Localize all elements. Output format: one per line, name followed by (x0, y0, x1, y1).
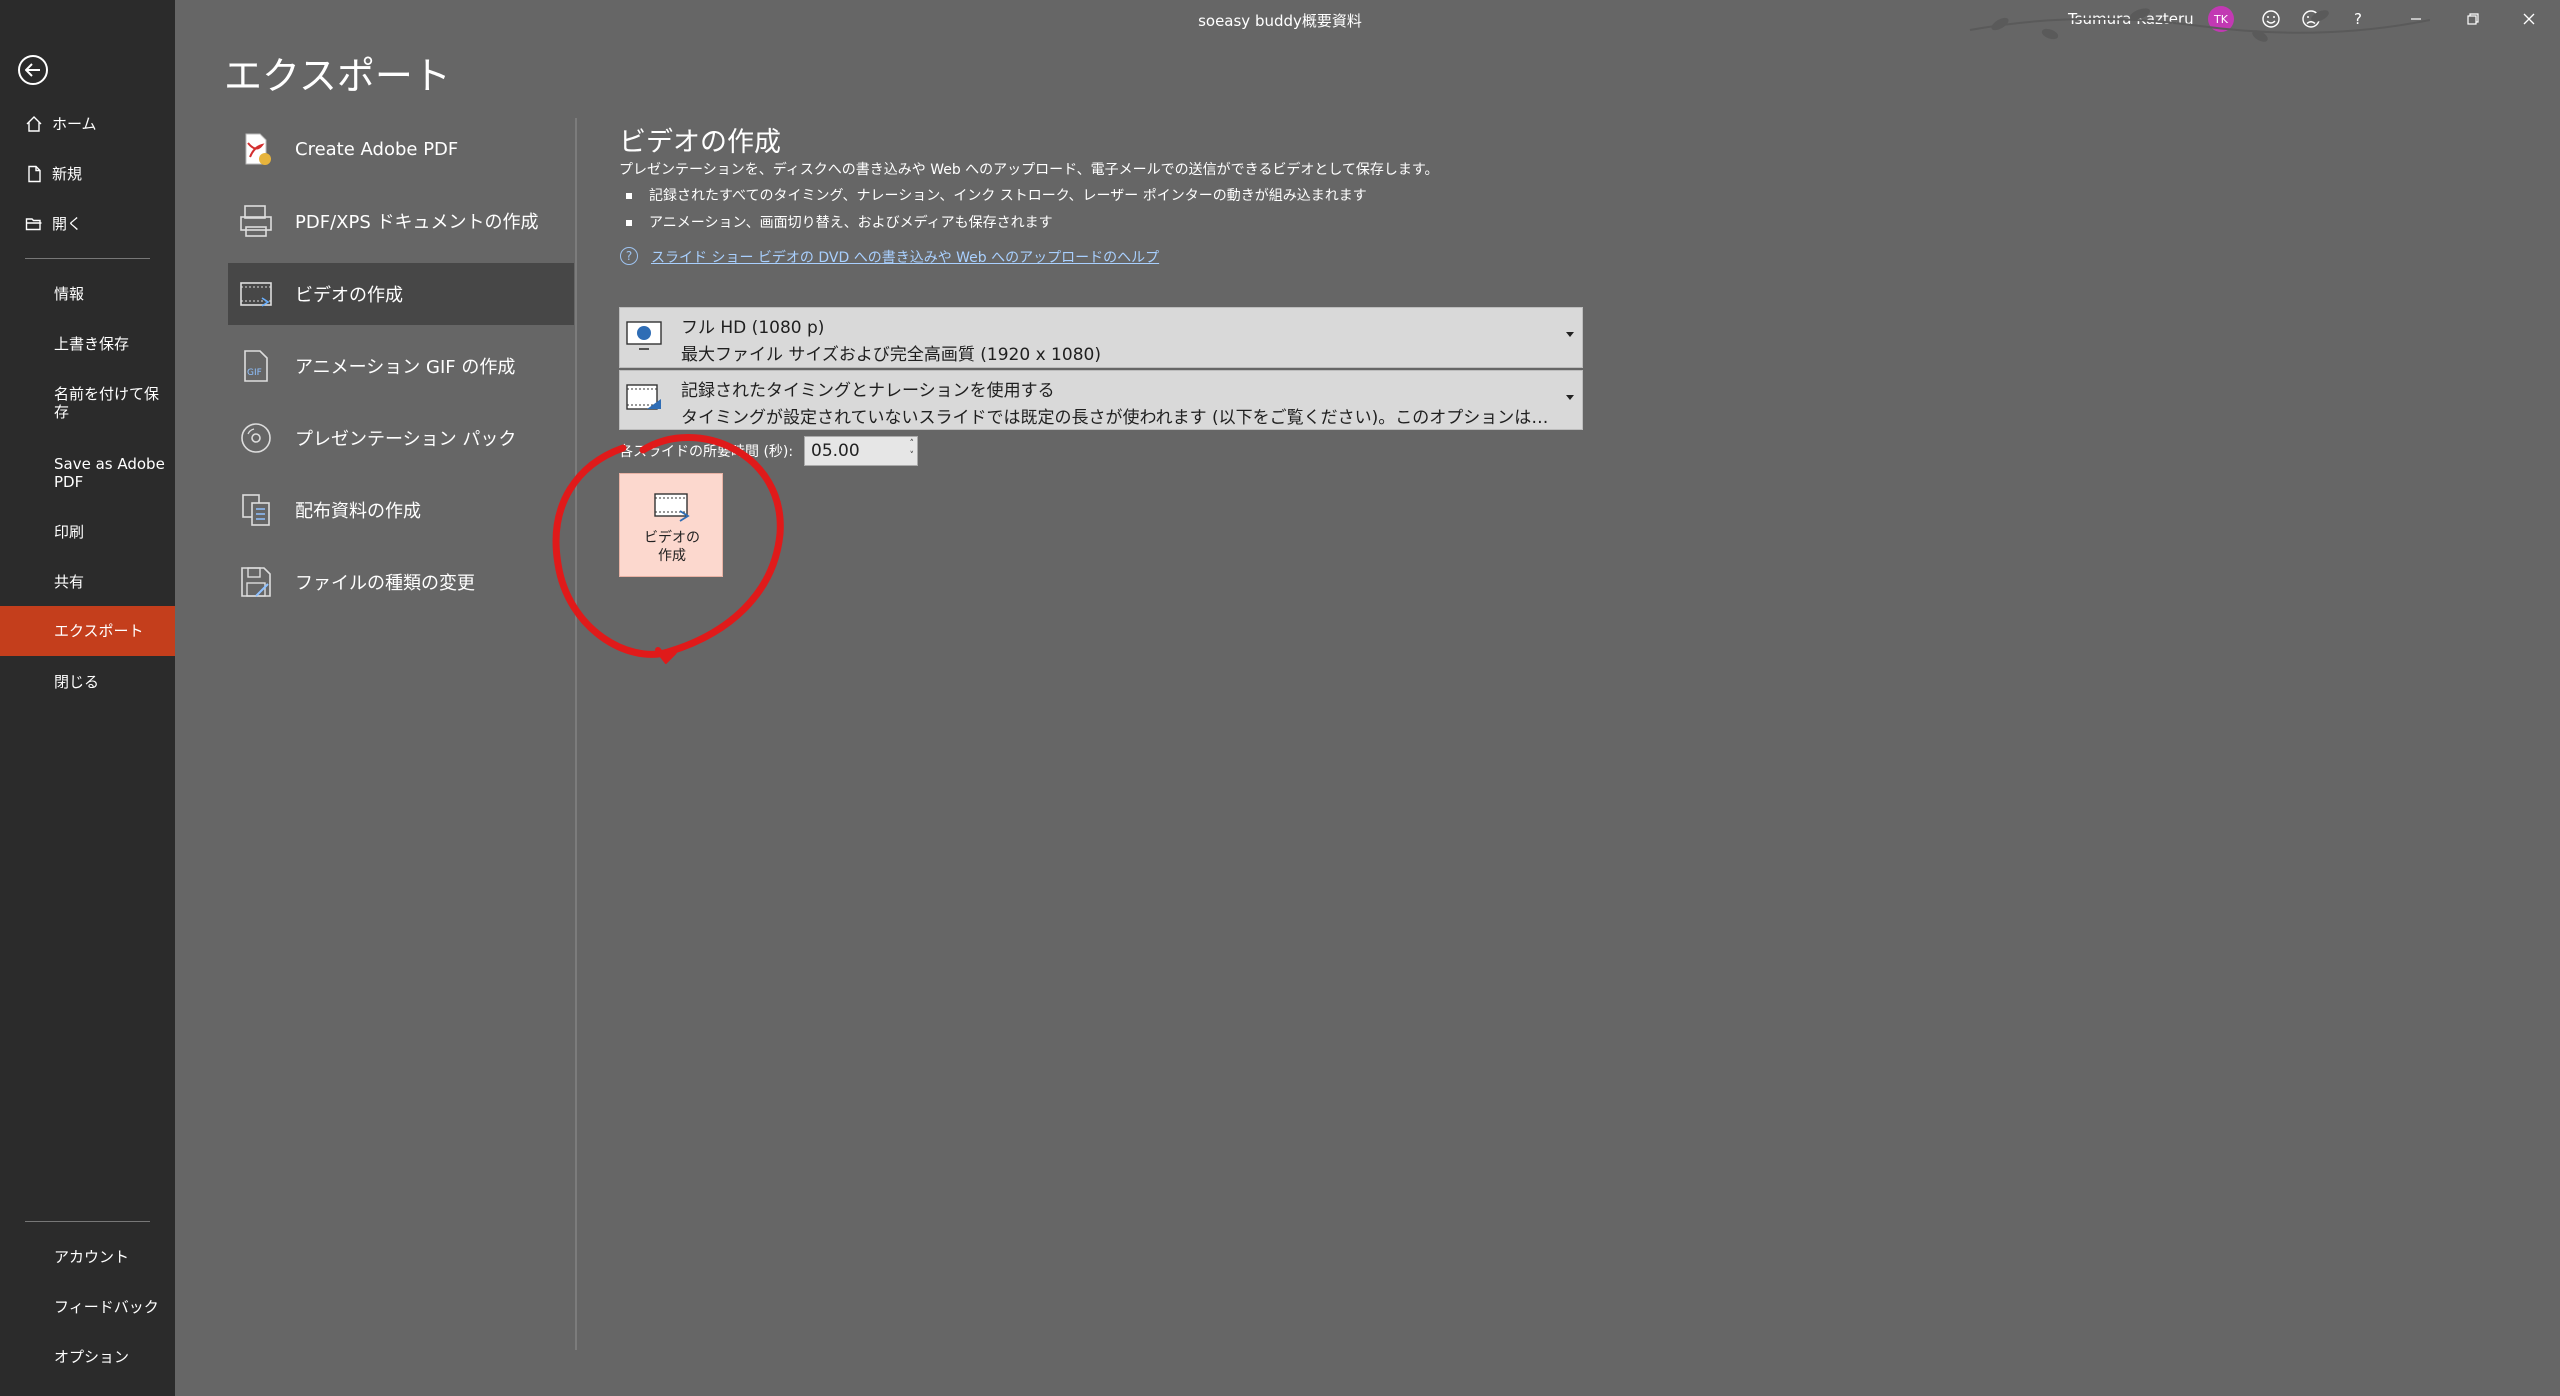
svg-text:GIF: GIF (247, 368, 262, 378)
back-button[interactable] (18, 55, 48, 85)
handouts-icon (242, 494, 270, 526)
nav-share-label: 共有 (54, 573, 85, 591)
option-label: ビデオの作成 (295, 285, 403, 306)
nav-info[interactable]: 情報 (0, 285, 175, 303)
spinner-arrows-icon[interactable]: ˄ ˅ (910, 438, 915, 462)
nav-account-label: アカウント (54, 1248, 130, 1266)
monitor-hd-icon (626, 321, 662, 350)
option-label: アニメーション GIF の作成 (295, 357, 516, 378)
back-arrow-icon (25, 63, 40, 77)
option-create-animated-gif[interactable]: GIF アニメーション GIF の作成 (228, 335, 574, 397)
save-file-type-icon (241, 567, 271, 597)
slide-duration-value: 05.00 (811, 441, 860, 461)
option-label: 配布資料の作成 (295, 501, 421, 522)
nav-divider (25, 258, 150, 259)
pane-divider (575, 118, 577, 1350)
home-icon (26, 116, 42, 132)
nav-new-label: 新規 (52, 165, 83, 183)
option-create-adobe-pdf[interactable]: Create Adobe PDF (228, 118, 574, 180)
slide-timing-icon (626, 384, 661, 410)
nav-print-label: 印刷 (54, 523, 85, 541)
bullet-text: 記録されたすべてのタイミング、ナレーション、インク ストローク、レーザー ポイン… (649, 188, 1367, 204)
option-presentation-pack[interactable]: プレゼンテーション パック (228, 407, 574, 469)
slide-duration-label: 各スライドの所要時間 (秒): (619, 444, 794, 460)
quality-title: フル HD (1080 p) (681, 318, 825, 338)
nav-save-as-adobe-pdf[interactable]: Save as Adobe PDF (0, 455, 170, 491)
nav-save-as-adobe-pdf-label: Save as Adobe PDF (54, 455, 165, 491)
nav-save-label: 上書き保存 (54, 335, 130, 353)
option-label: PDF/XPS ドキュメントの作成 (295, 212, 539, 233)
video-filmstrip-icon (240, 282, 272, 307)
nav-export[interactable]: エクスポート (0, 606, 175, 656)
bullet-marker (626, 220, 632, 226)
nav-home[interactable]: ホーム (0, 115, 175, 133)
nav-new[interactable]: 新規 (0, 165, 175, 183)
decorative-branch (1969, 8, 2430, 42)
open-folder-icon (25, 218, 42, 231)
nav-options-label: オプション (54, 1348, 130, 1366)
nav-save-as[interactable]: 名前を付けて保存 (0, 385, 165, 421)
timing-narration-dropdown[interactable]: 記録されたタイミングとナレーションを使用する タイミングが設定されていないスライ… (619, 370, 1583, 430)
nav-close[interactable]: 閉じる (0, 673, 175, 691)
nav-print[interactable]: 印刷 (0, 523, 175, 541)
nav-save[interactable]: 上書き保存 (0, 335, 175, 353)
new-file-icon (28, 165, 41, 183)
create-video-button[interactable]: ビデオの作成 (619, 473, 723, 577)
nav-info-label: 情報 (54, 285, 85, 303)
video-filmstrip-icon (654, 493, 690, 522)
bullet-text: アニメーション、画面切り替え、およびメディアも保存されます (649, 215, 1053, 231)
cd-disc-icon (241, 423, 271, 453)
nav-home-label: ホーム (52, 115, 97, 133)
option-label: ファイルの種類の変更 (295, 573, 475, 594)
quality-detail: 最大ファイル サイズおよび完全高画質 (1920 x 1080) (681, 345, 1101, 365)
page-title: エクスポート (224, 54, 451, 98)
nav-save-as-label: 名前を付けて保存 (54, 385, 160, 421)
adobe-pdf-icon (245, 133, 271, 165)
video-bullet: アニメーション、画面切り替え、およびメディアも保存されます (626, 212, 1053, 232)
restore-icon[interactable] (2460, 6, 2486, 32)
gif-icon: GIF (244, 350, 268, 382)
option-create-pdf-xps[interactable]: PDF/XPS ドキュメントの作成 (228, 190, 574, 252)
nav-export-label: エクスポート (54, 622, 144, 640)
nav-close-label: 閉じる (54, 673, 100, 691)
pdf-xps-document-icon (240, 205, 272, 237)
option-label: プレゼンテーション パック (295, 429, 517, 450)
nav-feedback-label: フィードバック (54, 1298, 159, 1316)
video-bullet: 記録されたすべてのタイミング、ナレーション、インク ストローク、レーザー ポイン… (626, 185, 1367, 205)
close-window-icon[interactable] (2516, 6, 2542, 32)
option-change-file-type[interactable]: ファイルの種類の変更 (228, 551, 574, 613)
timing-detail: タイミングが設定されていないスライドでは既定の長さが使われます (以下をご覧くだ… (681, 408, 1561, 428)
create-video-button-text: ビデオの作成 (644, 530, 700, 564)
timing-title: 記録されたタイミングとナレーションを使用する (681, 381, 1055, 401)
video-pane-title: ビデオの作成 (619, 127, 781, 158)
option-create-handouts[interactable]: 配布資料の作成 (228, 479, 574, 541)
nav-share[interactable]: 共有 (0, 573, 175, 591)
nav-options[interactable]: オプション (0, 1348, 175, 1366)
nav-open-label: 開く (52, 215, 83, 233)
video-help-link[interactable]: スライド ショー ビデオの DVD への書き込みや Web へのアップロードのヘ… (651, 247, 1159, 267)
nav-account[interactable]: アカウント (0, 1248, 175, 1266)
slide-duration-input[interactable]: 05.00 ˄ ˅ (804, 436, 918, 466)
option-create-video[interactable]: ビデオの作成 (228, 263, 574, 325)
create-video-button-label: ビデオの作成 (620, 529, 724, 565)
chevron-down-icon (1566, 332, 1574, 337)
bullet-marker (626, 193, 632, 199)
video-quality-dropdown[interactable]: フル HD (1080 p) 最大ファイル サイズおよび完全高画質 (1920 … (619, 307, 1583, 368)
option-label: Create Adobe PDF (295, 138, 459, 160)
video-description: プレゼンテーションを、ディスクへの書き込みや Web へのアップロード、電子メー… (619, 162, 1439, 178)
nav-feedback[interactable]: フィードバック (0, 1298, 175, 1316)
chevron-down-icon (1566, 395, 1574, 400)
nav-divider (25, 1221, 150, 1222)
help-circle-icon[interactable]: ? (620, 247, 638, 265)
nav-open[interactable]: 開く (0, 215, 175, 233)
backstage-nav: ホーム 新規 開く 情報 上書き保存 名前を付けて保存 Save as Adob… (0, 0, 175, 1396)
